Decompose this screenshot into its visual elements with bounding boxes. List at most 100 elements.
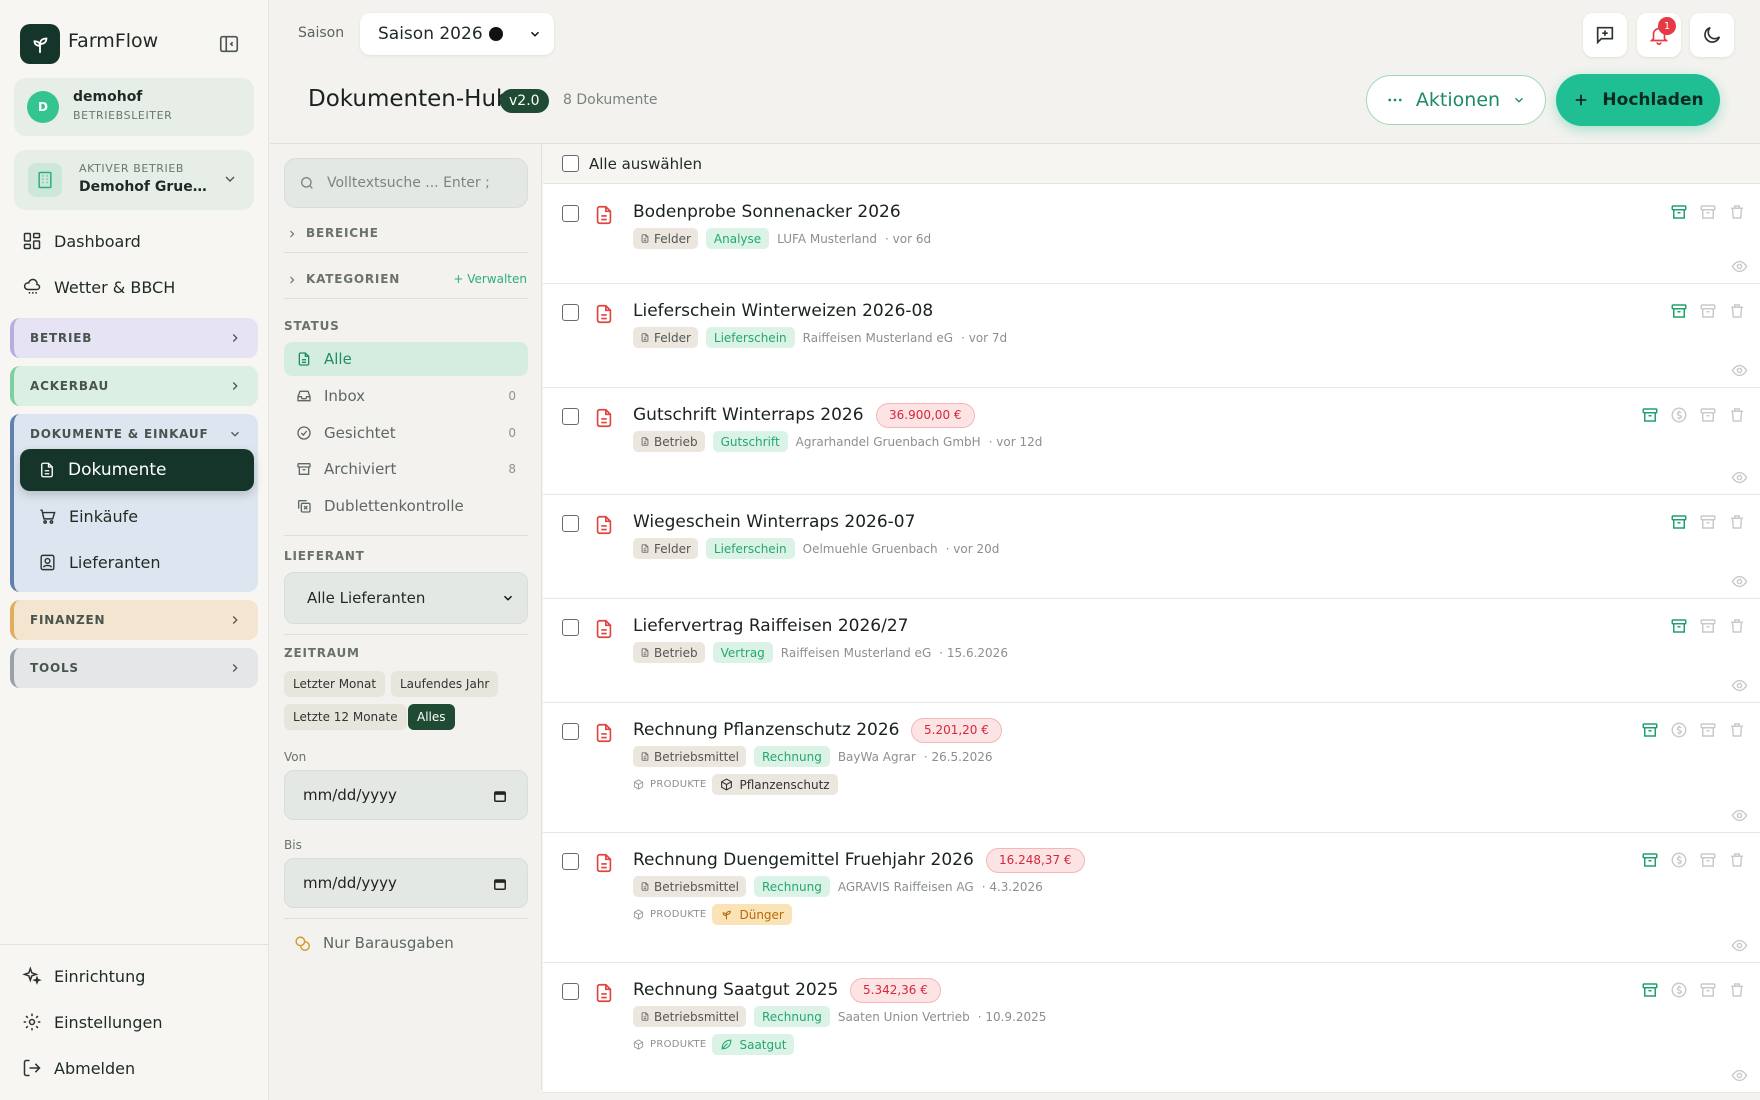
actions-button[interactable]: Aktionen — [1366, 75, 1546, 125]
user-card[interactable]: D demohof BETRIEBSLEITER — [14, 78, 254, 136]
preview-eye-icon[interactable] — [1731, 937, 1748, 954]
section-betrieb[interactable]: BETRIEB — [10, 318, 258, 358]
document-title[interactable]: Liefervertrag Raiffeisen 2026/27 — [633, 616, 908, 636]
chevron-right-icon[interactable] — [286, 228, 298, 240]
status-archived[interactable]: Archiviert 8 — [284, 452, 528, 486]
preview-eye-icon[interactable] — [1731, 469, 1748, 486]
unarchive-icon[interactable] — [1699, 721, 1717, 739]
archive-icon[interactable] — [1641, 721, 1659, 739]
document-row[interactable]: Wiegeschein Winterraps 2026-07 Felder Lief… — [543, 495, 1760, 599]
nav-weather[interactable]: Wetter & BBCH — [22, 277, 175, 297]
archive-icon[interactable] — [1641, 851, 1659, 869]
document-row[interactable]: Lieferschein Winterweizen 2026-08 Felder L… — [543, 284, 1760, 388]
row-checkbox[interactable] — [562, 205, 579, 222]
preview-eye-icon[interactable] — [1731, 807, 1748, 824]
calendar-icon[interactable] — [493, 789, 507, 803]
select-all-bar[interactable]: Alle auswählen — [543, 144, 1760, 184]
product-tag[interactable]: Dünger — [712, 904, 792, 925]
cash-only-toggle[interactable]: Nur Barausgaben — [284, 934, 454, 952]
nav-setup[interactable]: Einrichtung — [22, 966, 145, 986]
row-checkbox[interactable] — [562, 723, 579, 740]
nav-dashboard[interactable]: Dashboard — [22, 231, 141, 251]
delete-icon[interactable] — [1728, 513, 1746, 531]
feedback-button[interactable] — [1583, 13, 1627, 57]
period-current-year[interactable]: Laufendes Jahr — [391, 671, 499, 697]
period-last-12-months[interactable]: Letzte 12 Monate — [284, 704, 407, 730]
cash-icon[interactable] — [1670, 721, 1688, 739]
status-inbox[interactable]: Inbox 0 — [284, 379, 528, 413]
active-farm-selector[interactable]: AKTIVER BETRIEB Demohof Gruenfeld — [14, 150, 254, 210]
document-title[interactable]: Rechnung Duengemittel Fruehjahr 2026 — [633, 850, 974, 870]
upload-button[interactable]: Hochladen — [1556, 74, 1720, 126]
delete-icon[interactable] — [1728, 302, 1746, 320]
supplier-select[interactable]: Alle Lieferanten — [284, 572, 528, 624]
cash-icon[interactable] — [1670, 851, 1688, 869]
cash-icon[interactable] — [1670, 981, 1688, 999]
product-tag[interactable]: Saatgut — [712, 1034, 795, 1055]
delete-icon[interactable] — [1728, 721, 1746, 739]
document-row[interactable]: Rechnung Saatgut 2025 5.342,36 € Betriebsm… — [543, 963, 1760, 1093]
select-all-checkbox[interactable] — [562, 155, 579, 172]
preview-eye-icon[interactable] — [1731, 362, 1748, 379]
row-checkbox[interactable] — [562, 408, 579, 425]
document-title[interactable]: Rechnung Saatgut 2025 — [633, 980, 838, 1000]
nav-settings[interactable]: Einstellungen — [22, 1012, 162, 1032]
date-to-input[interactable]: mm/dd/yyyy — [284, 858, 528, 908]
date-from-input[interactable]: mm/dd/yyyy — [284, 770, 528, 820]
unarchive-icon[interactable] — [1699, 513, 1717, 531]
sidebar-item-dokumente[interactable]: Dokumente — [20, 449, 254, 491]
row-checkbox[interactable] — [562, 619, 579, 636]
unarchive-icon[interactable] — [1699, 981, 1717, 999]
section-finanzen[interactable]: FINANZEN — [10, 600, 258, 640]
collapse-sidebar-icon[interactable] — [218, 33, 240, 55]
cash-icon[interactable] — [1670, 406, 1688, 424]
unarchive-icon[interactable] — [1699, 851, 1717, 869]
document-title[interactable]: Wiegeschein Winterraps 2026-07 — [633, 512, 915, 532]
status-all[interactable]: Alle — [284, 342, 528, 376]
unarchive-icon[interactable] — [1699, 406, 1717, 424]
section-tools[interactable]: TOOLS — [10, 648, 258, 688]
archive-icon[interactable] — [1670, 203, 1688, 221]
preview-eye-icon[interactable] — [1731, 1067, 1748, 1084]
filter-categories-toggle[interactable]: KATEGORIEN — [306, 272, 400, 286]
delete-icon[interactable] — [1728, 851, 1746, 869]
season-select[interactable]: Saison 2026 — [360, 13, 554, 55]
status-duplicates[interactable]: Dublettenkontrolle — [284, 489, 528, 523]
delete-icon[interactable] — [1728, 617, 1746, 635]
nav-logout[interactable]: Abmelden — [22, 1058, 135, 1078]
document-row[interactable]: Rechnung Pflanzenschutz 2026 5.201,20 € Be… — [543, 703, 1760, 833]
sidebar-item-einkaeufe[interactable]: Einkäufe — [20, 495, 254, 537]
status-reviewed[interactable]: Gesichtet 0 — [284, 416, 528, 450]
unarchive-icon[interactable] — [1699, 302, 1717, 320]
document-row[interactable]: Liefervertrag Raiffeisen 2026/27 Betrieb V… — [543, 599, 1760, 703]
document-row[interactable]: Rechnung Duengemittel Fruehjahr 2026 16.2… — [543, 833, 1760, 963]
archive-icon[interactable] — [1641, 406, 1659, 424]
period-all[interactable]: Alles — [408, 704, 455, 730]
unarchive-icon[interactable] — [1699, 203, 1717, 221]
unarchive-icon[interactable] — [1699, 617, 1717, 635]
row-checkbox[interactable] — [562, 983, 579, 1000]
preview-eye-icon[interactable] — [1731, 573, 1748, 590]
row-checkbox[interactable] — [562, 853, 579, 870]
document-row[interactable]: Bodenprobe Sonnenacker 2026 Felder Analyse… — [543, 185, 1760, 284]
archive-icon[interactable] — [1670, 617, 1688, 635]
logo-sprout-icon[interactable] — [20, 24, 60, 64]
notifications-button[interactable]: 1 — [1637, 13, 1681, 57]
filter-areas-toggle[interactable]: BEREICHE — [306, 226, 379, 240]
archive-icon[interactable] — [1641, 981, 1659, 999]
chevron-right-icon[interactable] — [286, 274, 298, 286]
preview-eye-icon[interactable] — [1731, 258, 1748, 275]
document-title[interactable]: Bodenprobe Sonnenacker 2026 — [633, 202, 901, 222]
archive-icon[interactable] — [1670, 302, 1688, 320]
theme-toggle-button[interactable] — [1690, 13, 1734, 57]
delete-icon[interactable] — [1728, 981, 1746, 999]
document-row[interactable]: Gutschrift Winterraps 2026 36.900,00 € Bet… — [543, 388, 1760, 495]
product-tag[interactable]: Pflanzenschutz — [712, 774, 838, 795]
row-checkbox[interactable] — [562, 515, 579, 532]
delete-icon[interactable] — [1728, 406, 1746, 424]
document-title[interactable]: Lieferschein Winterweizen 2026-08 — [633, 301, 933, 321]
document-title[interactable]: Rechnung Pflanzenschutz 2026 — [633, 720, 899, 740]
calendar-icon[interactable] — [493, 877, 507, 891]
manage-categories-link[interactable]: + Verwalten — [453, 272, 527, 286]
search-input[interactable]: Volltextsuche ... Enter ; — [284, 158, 528, 208]
